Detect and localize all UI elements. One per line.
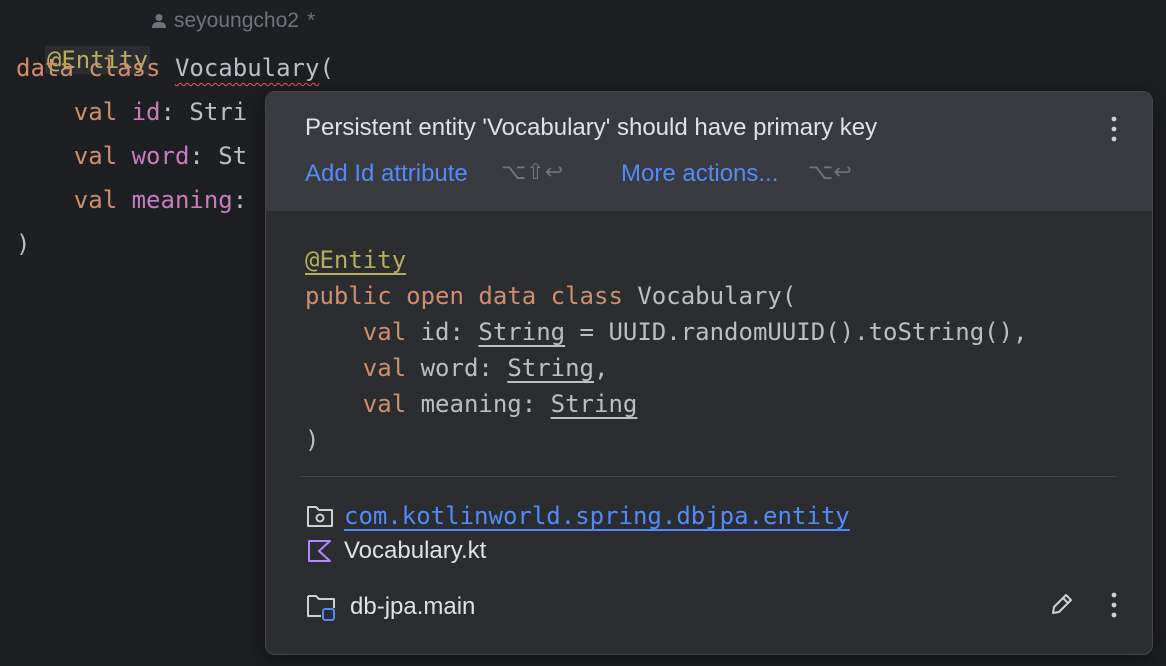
open-paren: (	[319, 54, 334, 82]
class-name: Vocabulary(	[637, 282, 797, 310]
popup-header: Persistent entity 'Vocabulary' should ha…	[266, 92, 1152, 211]
keyword-data: data	[478, 282, 537, 310]
kotlin-file-icon	[308, 540, 331, 562]
doc-line-close: )	[305, 426, 320, 454]
doc-annotation[interactable]: @Entity	[305, 246, 406, 274]
keyword-val: val	[73, 186, 118, 214]
file-name: Vocabulary.kt	[344, 537, 487, 564]
default-value: = UUID.randomUUID().toString(),	[565, 318, 1028, 346]
keyword-data: data	[16, 54, 74, 82]
class-name-error[interactable]: Vocabulary	[175, 54, 320, 82]
module-row: db-jpa.main	[306, 592, 475, 622]
property-meaning: meaning	[131, 186, 233, 214]
doc-line-meaning: val meaning: String	[305, 386, 638, 422]
doc-line-annotation: @Entity	[305, 242, 406, 278]
keyword-val: val	[362, 390, 407, 418]
editor-line-meaning: val meaning:	[16, 182, 247, 218]
file-row: Vocabulary.kt	[306, 537, 486, 565]
keyword-val: val	[362, 354, 407, 382]
type-text: : St	[189, 142, 248, 170]
module-folder-icon	[307, 595, 335, 621]
keyword-val: val	[73, 98, 118, 126]
param-name: id:	[420, 318, 479, 346]
type-link[interactable]: String	[478, 318, 565, 346]
param-name: word:	[420, 354, 508, 382]
keyword-class: class	[550, 282, 623, 310]
pencil-icon[interactable]	[1048, 590, 1076, 618]
editor-line-close: )	[16, 230, 31, 258]
property-id: id	[131, 98, 161, 126]
keyword-open: open	[406, 282, 464, 310]
package-link[interactable]: com.kotlinworld.spring.dbjpa.entity	[344, 502, 850, 530]
param-name: meaning:	[420, 390, 551, 418]
problem-description: Persistent entity 'Vocabulary' should ha…	[305, 114, 878, 141]
module-name: db-jpa.main	[350, 593, 476, 620]
inspection-popup: Persistent entity 'Vocabulary' should ha…	[265, 91, 1153, 655]
type-link[interactable]: String	[507, 354, 594, 382]
keyword-class: class	[88, 54, 161, 82]
doc-line-word: val word: String,	[305, 350, 609, 386]
keyword-val: val	[362, 318, 407, 346]
modified-marker: *	[306, 9, 316, 32]
type-link[interactable]: String	[551, 390, 638, 418]
add-id-attribute-link[interactable]: Add Id attribute	[305, 160, 468, 188]
kebab-menu-icon[interactable]	[1111, 116, 1117, 142]
person-icon	[152, 14, 166, 28]
type-text: :	[232, 186, 248, 214]
doc-line-class: public open data class Vocabulary(	[305, 278, 796, 314]
more-actions-link[interactable]: More actions...	[621, 160, 778, 188]
package-row: com.kotlinworld.spring.dbjpa.entity	[306, 502, 850, 530]
type-text: : Stri	[160, 98, 248, 126]
folder-package-icon	[307, 506, 333, 527]
comma: ,	[594, 354, 609, 382]
keyword-public: public	[305, 282, 392, 310]
divider	[301, 476, 1117, 477]
editor-line-word: val word: St	[16, 138, 247, 174]
more-actions-shortcut: ⌥↩	[808, 160, 852, 185]
author-hint[interactable]: seyoungcho2 *	[152, 9, 315, 33]
property-word: word	[131, 142, 190, 170]
author-name: seyoungcho2	[174, 9, 299, 32]
kebab-menu-icon[interactable]	[1111, 592, 1117, 618]
doc-line-id: val id: String = UUID.randomUUID().toStr…	[305, 314, 1028, 350]
keyword-val: val	[73, 142, 118, 170]
editor-line-class: data class Vocabulary(	[16, 50, 334, 86]
add-id-shortcut: ⌥⇧↩	[501, 160, 564, 185]
editor-line-id: val id: Stri	[16, 94, 247, 130]
